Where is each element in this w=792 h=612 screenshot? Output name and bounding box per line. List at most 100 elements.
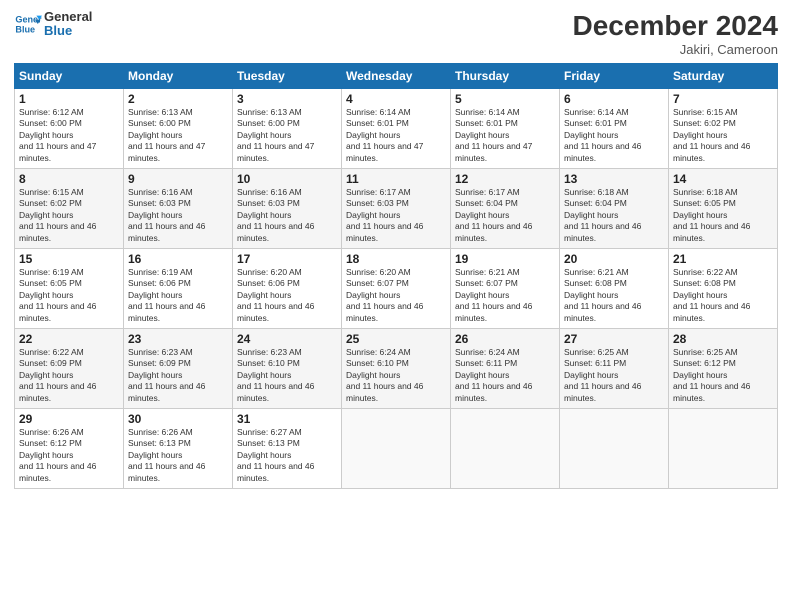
calendar-cell (342, 409, 451, 489)
calendar-page: General Blue General Blue December 2024 … (0, 0, 792, 612)
calendar-cell: 14 Sunrise: 6:18 AMSunset: 6:05 PMDaylig… (669, 169, 778, 249)
day-number: 17 (237, 252, 337, 266)
cell-info: Sunrise: 6:14 AMSunset: 6:01 PMDaylight … (346, 107, 446, 164)
cell-info: Sunrise: 6:18 AMSunset: 6:04 PMDaylight … (564, 187, 664, 244)
day-number: 1 (19, 92, 119, 106)
cell-info: Sunrise: 6:23 AMSunset: 6:10 PMDaylight … (237, 347, 337, 404)
weekday-header-saturday: Saturday (669, 64, 778, 89)
day-number: 19 (455, 252, 555, 266)
cell-info: Sunrise: 6:22 AMSunset: 6:09 PMDaylight … (19, 347, 119, 404)
cell-info: Sunrise: 6:16 AMSunset: 6:03 PMDaylight … (128, 187, 228, 244)
calendar-cell: 23 Sunrise: 6:23 AMSunset: 6:09 PMDaylig… (124, 329, 233, 409)
day-number: 24 (237, 332, 337, 346)
cell-info: Sunrise: 6:15 AMSunset: 6:02 PMDaylight … (673, 107, 773, 164)
calendar-cell: 18 Sunrise: 6:20 AMSunset: 6:07 PMDaylig… (342, 249, 451, 329)
logo-icon: General Blue (14, 10, 42, 38)
calendar-cell: 3 Sunrise: 6:13 AMSunset: 6:00 PMDayligh… (233, 89, 342, 169)
calendar-cell: 19 Sunrise: 6:21 AMSunset: 6:07 PMDaylig… (451, 249, 560, 329)
day-number: 11 (346, 172, 446, 186)
calendar-cell: 12 Sunrise: 6:17 AMSunset: 6:04 PMDaylig… (451, 169, 560, 249)
cell-info: Sunrise: 6:24 AMSunset: 6:10 PMDaylight … (346, 347, 446, 404)
calendar-cell (451, 409, 560, 489)
cell-info: Sunrise: 6:16 AMSunset: 6:03 PMDaylight … (237, 187, 337, 244)
calendar-cell: 24 Sunrise: 6:23 AMSunset: 6:10 PMDaylig… (233, 329, 342, 409)
calendar-cell: 7 Sunrise: 6:15 AMSunset: 6:02 PMDayligh… (669, 89, 778, 169)
day-number: 28 (673, 332, 773, 346)
cell-info: Sunrise: 6:21 AMSunset: 6:07 PMDaylight … (455, 267, 555, 324)
calendar-cell: 17 Sunrise: 6:20 AMSunset: 6:06 PMDaylig… (233, 249, 342, 329)
calendar-cell: 8 Sunrise: 6:15 AMSunset: 6:02 PMDayligh… (15, 169, 124, 249)
day-number: 5 (455, 92, 555, 106)
day-number: 4 (346, 92, 446, 106)
week-row-4: 22 Sunrise: 6:22 AMSunset: 6:09 PMDaylig… (15, 329, 778, 409)
calendar-cell (560, 409, 669, 489)
calendar-cell: 22 Sunrise: 6:22 AMSunset: 6:09 PMDaylig… (15, 329, 124, 409)
calendar-cell: 29 Sunrise: 6:26 AMSunset: 6:12 PMDaylig… (15, 409, 124, 489)
cell-info: Sunrise: 6:26 AMSunset: 6:12 PMDaylight … (19, 427, 119, 484)
cell-info: Sunrise: 6:25 AMSunset: 6:12 PMDaylight … (673, 347, 773, 404)
day-number: 12 (455, 172, 555, 186)
day-number: 14 (673, 172, 773, 186)
day-number: 23 (128, 332, 228, 346)
cell-info: Sunrise: 6:15 AMSunset: 6:02 PMDaylight … (19, 187, 119, 244)
week-row-5: 29 Sunrise: 6:26 AMSunset: 6:12 PMDaylig… (15, 409, 778, 489)
month-title: December 2024 (573, 10, 778, 42)
cell-info: Sunrise: 6:18 AMSunset: 6:05 PMDaylight … (673, 187, 773, 244)
calendar-cell: 25 Sunrise: 6:24 AMSunset: 6:10 PMDaylig… (342, 329, 451, 409)
day-number: 21 (673, 252, 773, 266)
calendar-cell: 21 Sunrise: 6:22 AMSunset: 6:08 PMDaylig… (669, 249, 778, 329)
calendar-cell: 15 Sunrise: 6:19 AMSunset: 6:05 PMDaylig… (15, 249, 124, 329)
day-number: 7 (673, 92, 773, 106)
calendar-cell (669, 409, 778, 489)
cell-info: Sunrise: 6:12 AMSunset: 6:00 PMDaylight … (19, 107, 119, 164)
weekday-header-tuesday: Tuesday (233, 64, 342, 89)
day-number: 31 (237, 412, 337, 426)
day-number: 30 (128, 412, 228, 426)
calendar-cell: 16 Sunrise: 6:19 AMSunset: 6:06 PMDaylig… (124, 249, 233, 329)
day-number: 20 (564, 252, 664, 266)
weekday-header-thursday: Thursday (451, 64, 560, 89)
day-number: 18 (346, 252, 446, 266)
day-number: 13 (564, 172, 664, 186)
cell-info: Sunrise: 6:19 AMSunset: 6:06 PMDaylight … (128, 267, 228, 324)
calendar-cell: 5 Sunrise: 6:14 AMSunset: 6:01 PMDayligh… (451, 89, 560, 169)
cell-info: Sunrise: 6:13 AMSunset: 6:00 PMDaylight … (128, 107, 228, 164)
svg-text:Blue: Blue (15, 25, 35, 35)
day-number: 3 (237, 92, 337, 106)
cell-info: Sunrise: 6:22 AMSunset: 6:08 PMDaylight … (673, 267, 773, 324)
calendar-cell: 6 Sunrise: 6:14 AMSunset: 6:01 PMDayligh… (560, 89, 669, 169)
weekday-header-wednesday: Wednesday (342, 64, 451, 89)
calendar-cell: 11 Sunrise: 6:17 AMSunset: 6:03 PMDaylig… (342, 169, 451, 249)
day-number: 9 (128, 172, 228, 186)
calendar-cell: 4 Sunrise: 6:14 AMSunset: 6:01 PMDayligh… (342, 89, 451, 169)
calendar-cell: 26 Sunrise: 6:24 AMSunset: 6:11 PMDaylig… (451, 329, 560, 409)
day-number: 27 (564, 332, 664, 346)
cell-info: Sunrise: 6:14 AMSunset: 6:01 PMDaylight … (564, 107, 664, 164)
day-number: 22 (19, 332, 119, 346)
day-number: 25 (346, 332, 446, 346)
day-number: 2 (128, 92, 228, 106)
cell-info: Sunrise: 6:20 AMSunset: 6:06 PMDaylight … (237, 267, 337, 324)
header: General Blue General Blue December 2024 … (14, 10, 778, 57)
day-number: 26 (455, 332, 555, 346)
cell-info: Sunrise: 6:21 AMSunset: 6:08 PMDaylight … (564, 267, 664, 324)
calendar-cell: 2 Sunrise: 6:13 AMSunset: 6:00 PMDayligh… (124, 89, 233, 169)
cell-info: Sunrise: 6:23 AMSunset: 6:09 PMDaylight … (128, 347, 228, 404)
weekday-header-row: SundayMondayTuesdayWednesdayThursdayFrid… (15, 64, 778, 89)
logo: General Blue General Blue (14, 10, 92, 39)
cell-info: Sunrise: 6:19 AMSunset: 6:05 PMDaylight … (19, 267, 119, 324)
day-number: 29 (19, 412, 119, 426)
week-row-2: 8 Sunrise: 6:15 AMSunset: 6:02 PMDayligh… (15, 169, 778, 249)
logo-text: General Blue (44, 10, 92, 39)
cell-info: Sunrise: 6:26 AMSunset: 6:13 PMDaylight … (128, 427, 228, 484)
calendar-cell: 31 Sunrise: 6:27 AMSunset: 6:13 PMDaylig… (233, 409, 342, 489)
cell-info: Sunrise: 6:25 AMSunset: 6:11 PMDaylight … (564, 347, 664, 404)
title-block: December 2024 Jakiri, Cameroon (573, 10, 778, 57)
location: Jakiri, Cameroon (573, 42, 778, 57)
week-row-1: 1 Sunrise: 6:12 AMSunset: 6:00 PMDayligh… (15, 89, 778, 169)
weekday-header-monday: Monday (124, 64, 233, 89)
weekday-header-sunday: Sunday (15, 64, 124, 89)
calendar-cell: 20 Sunrise: 6:21 AMSunset: 6:08 PMDaylig… (560, 249, 669, 329)
calendar-cell: 9 Sunrise: 6:16 AMSunset: 6:03 PMDayligh… (124, 169, 233, 249)
calendar-cell: 27 Sunrise: 6:25 AMSunset: 6:11 PMDaylig… (560, 329, 669, 409)
